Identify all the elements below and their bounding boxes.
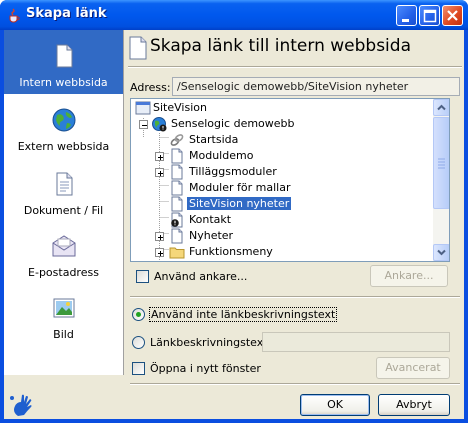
description-input[interactable] [262,332,450,352]
sidebar-item-label: Extern webbsida [17,140,110,153]
sidebar-item-dokument-fil[interactable]: Dokument / Fil [4,168,123,224]
description-label[interactable]: Länkbeskrivningstext: [150,336,271,349]
tree-vertical-scrollbar[interactable] [433,99,449,261]
tree-node-senselogic-demowebb[interactable]: Senselogic demowebb [131,116,431,132]
advanced-button[interactable]: Avancerat [376,357,450,379]
divider [130,383,460,385]
page-info-icon [171,212,183,228]
page-title: Skapa länk till intern webbsida [150,36,411,56]
tree-node-label: SiteVision [153,101,207,114]
chevron-up-icon [437,104,446,111]
minimize-button[interactable] [396,5,417,26]
no-description-radio[interactable] [132,308,145,321]
document-icon [56,172,73,196]
tree-node-label: Startsida [189,133,239,146]
plus-icon [158,251,163,256]
description-radio[interactable] [132,336,145,349]
chevron-down-icon [437,249,446,256]
page-tree[interactable]: SiteVision Senselogic demowebb Startsida… [130,98,450,262]
sidebar-item-label: Bild [53,328,74,341]
link-icon [170,134,184,146]
sitevision-icon [135,101,151,115]
java-cup-icon [9,8,20,23]
tree-expand-toggle[interactable] [155,152,164,161]
link-type-sidebar: Intern webbsida Extern webbsida Dokument… [4,30,124,375]
tree-node-startsida[interactable]: Startsida [131,132,431,148]
page-icon [171,228,183,244]
radio-selected-dot [136,312,141,317]
open-new-window-checkbox[interactable] [132,362,145,375]
page-icon [56,44,73,68]
minimize-icon [402,19,409,22]
plus-icon [158,155,163,160]
tree-node-label: Moduldemo [189,149,254,162]
tree-expand-toggle[interactable] [155,232,164,241]
sidebar-item-e-postadress[interactable]: E-postadress [4,230,123,286]
scroll-up-button[interactable] [433,99,449,116]
tree-node-label: Kontakt [189,213,232,226]
tree-node-moduldemo[interactable]: Moduldemo [131,148,431,164]
sidebar-item-label: E-postadress [28,266,99,279]
use-anchor-label[interactable]: Använd ankare... [154,270,247,283]
grip-icon [438,158,445,169]
no-description-label[interactable]: Använd inte länkbeskrivningstext [148,307,338,322]
tree-node-label: Moduler för mallar [189,181,291,194]
page-icon [129,36,147,60]
use-anchor-checkbox[interactable] [136,270,149,283]
image-icon [53,298,75,318]
tree-node-sitevision[interactable]: SiteVision [131,100,431,116]
page-icon [171,164,183,180]
scroll-down-button[interactable] [433,244,449,261]
sidebar-item-bild[interactable]: Bild [4,292,123,348]
tree-node-kontakt[interactable]: Kontakt [131,212,431,228]
sidebar-item-extern-webbsida[interactable]: Extern webbsida [4,104,123,160]
page-icon [171,196,183,212]
tree-expand-toggle[interactable] [155,168,164,177]
address-label: Adress: [130,81,171,94]
tree-expand-toggle[interactable] [155,248,164,257]
tree-node-label: Tilläggsmoduler [189,165,277,178]
folder-icon [169,247,185,259]
envelope-icon [52,235,76,257]
sitevision-logo-icon [10,394,32,416]
plus-icon [158,235,163,240]
page-icon [171,180,183,196]
tree-node-sitevision-nyheter[interactable]: SiteVision nyheter [131,196,431,212]
maximize-icon [423,9,437,23]
tree-node-label: SiteVision nyheter [187,197,292,210]
tree-collapse-toggle[interactable] [139,120,148,129]
sidebar-item-label: Dokument / Fil [23,204,104,217]
window-title: Skapa länk [26,6,107,21]
address-field: /Senselogic demowebb/SiteVision nyheter [172,77,460,96]
sidebar-item-label: Intern webbsida [19,76,108,89]
tree-node-funktionsmeny[interactable]: Funktionsmeny [131,244,431,260]
minus-icon [142,125,147,126]
title-bar[interactable]: Skapa länk [0,0,468,30]
sidebar-item-intern-webbsida[interactable]: Intern webbsida [4,30,123,94]
cancel-button[interactable]: Avbryt [378,394,450,416]
dialog-window: Skapa länk Intern webbsida Extern webbsi… [0,0,468,423]
tree-node-label: Funktionsmeny [189,245,273,258]
tree-node-tillaggsmoduler[interactable]: Tilläggsmoduler [131,164,431,180]
header-divider [128,66,462,68]
scroll-thumb[interactable] [433,117,449,209]
ok-button[interactable]: OK [300,394,370,416]
tree-node-label: Senselogic demowebb [171,117,295,130]
maximize-button[interactable] [419,5,440,26]
anchor-button[interactable]: Ankare... [370,265,448,287]
page-icon [171,148,183,164]
close-icon [447,10,458,21]
close-button[interactable] [442,5,463,26]
dialog-client-area: Intern webbsida Extern webbsida Dokument… [4,30,464,419]
divider [130,296,460,298]
tree-node-moduler-for-mallar[interactable]: Moduler för mallar [131,180,431,196]
globe-icon [52,108,76,132]
globe-icon [152,117,167,132]
open-new-window-label[interactable]: Öppna i nytt fönster [150,362,261,375]
tree-node-nyheter[interactable]: Nyheter [131,228,431,244]
tree-node-label: Nyheter [189,229,234,242]
plus-icon [158,171,163,176]
